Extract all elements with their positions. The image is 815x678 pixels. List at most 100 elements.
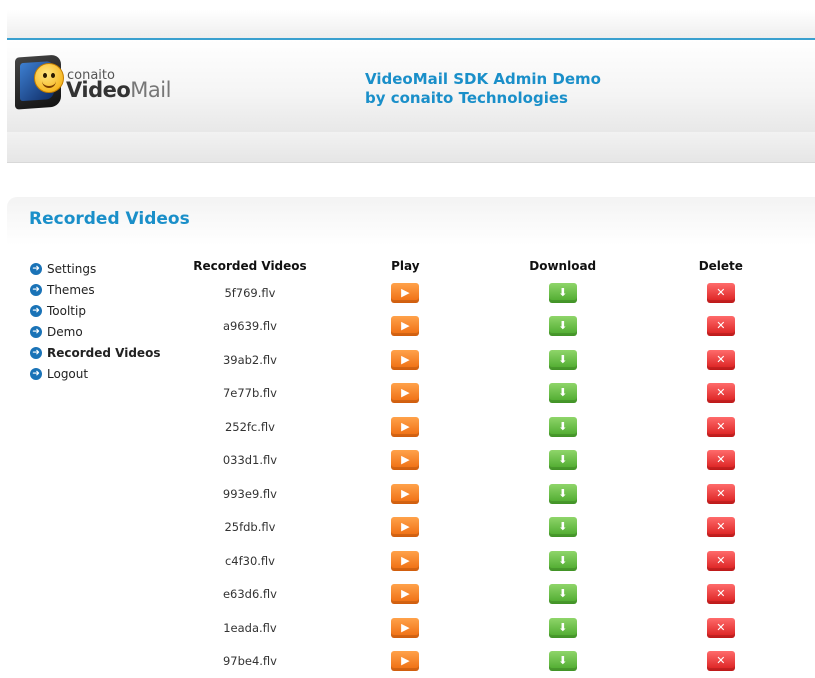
video-filename: 25fdb.flv (188, 511, 312, 545)
sidebar-item-label: Settings (47, 262, 96, 276)
video-filename: 7e77b.flv (188, 377, 312, 411)
delete-button[interactable]: ✕ (707, 651, 735, 671)
download-button[interactable]: ⬇ (549, 584, 577, 604)
top-strip (7, 10, 815, 40)
sidebar-item-logout[interactable]: ➜Logout (30, 363, 190, 384)
arrow-right-circle-icon: ➜ (30, 326, 42, 338)
delete-button[interactable]: ✕ (707, 450, 735, 470)
video-filename: 252fc.flv (188, 410, 312, 444)
sidebar-item-label: Tooltip (47, 304, 86, 318)
table-row: 5f769.flv ▶ ⬇ ✕ (188, 276, 815, 310)
table-row: 1eada.flv▶⬇✕ (188, 611, 815, 645)
play-cell: ▶ (312, 310, 499, 344)
play-cell: ▶ (312, 578, 499, 612)
sidebar-item-tooltip[interactable]: ➜Tooltip (30, 300, 190, 321)
play-button[interactable]: ▶ (391, 316, 419, 336)
sub-navigation-bar (7, 132, 815, 163)
download-button[interactable]: ⬇ (549, 517, 577, 537)
table-body: 5f769.flv▶⬇✕a9639.flv▶⬇✕39ab2.flv▶⬇✕7e77… (188, 276, 815, 678)
arrow-right-circle-icon: ➜ (30, 263, 42, 275)
play-button[interactable]: ▶ (391, 383, 419, 403)
delete-button[interactable]: ✕ (707, 584, 735, 604)
download-button[interactable]: ⬇ (549, 417, 577, 437)
delete-button[interactable]: ✕ (707, 316, 735, 336)
play-cell: ▶ (312, 477, 499, 511)
video-filename: c4f30.flv (188, 544, 312, 578)
table-row: 97be4.flv▶⬇✕ (188, 645, 815, 678)
delete-cell: ✕ (627, 611, 815, 645)
play-button[interactable]: ▶ (391, 450, 419, 470)
table-row: 252fc.flv ▶ ⬇ ✕ (188, 410, 815, 444)
video-filename: 39ab2.flv (188, 343, 312, 377)
download-cell: ⬇ (499, 310, 627, 344)
play-button[interactable]: ▶ (391, 551, 419, 571)
play-button[interactable]: ▶ (391, 618, 419, 638)
play-cell: ▶ (312, 410, 499, 444)
download-cell: ⬇ (499, 343, 627, 377)
table-row: 7e77b.flv ▶ ⬇ ✕ (188, 377, 815, 411)
delete-button[interactable]: ✕ (707, 417, 735, 437)
download-button[interactable]: ⬇ (549, 551, 577, 571)
download-button[interactable]: ⬇ (549, 350, 577, 370)
sidebar-nav: ➜ Settings ➜ Themes ➜Tooltip ➜ Demo ➜ Recorded V… (30, 258, 190, 384)
arrow-right-circle-icon: ➜ (30, 284, 42, 296)
sidebar-item-label: Logout (47, 367, 88, 381)
sidebar-item-settings[interactable]: ➜ Settings (30, 258, 190, 279)
play-cell: ▶ (312, 377, 499, 411)
delete-cell: ✕ (627, 410, 815, 444)
recorded-videos-table: Recorded Videos Play Download Delete 5f7… (188, 256, 815, 678)
download-cell: ⬇ (499, 645, 627, 678)
delete-cell: ✕ (627, 477, 815, 511)
download-button[interactable]: ⬇ (549, 618, 577, 638)
download-button[interactable]: ⬇ (549, 316, 577, 336)
play-button[interactable]: ▶ (391, 584, 419, 604)
download-cell: ⬇ (499, 444, 627, 478)
video-filename: 033d1.flv (188, 444, 312, 478)
sidebar-item-label: Demo (47, 325, 83, 339)
download-button[interactable]: ⬇ (549, 450, 577, 470)
download-button[interactable]: ⬇ (549, 383, 577, 403)
delete-cell: ✕ (627, 343, 815, 377)
delete-cell: ✕ (627, 377, 815, 411)
delete-button[interactable]: ✕ (707, 283, 735, 303)
play-cell: ▶ (312, 511, 499, 545)
table-row: a9639.flv▶⬇✕ (188, 310, 815, 344)
sidebar-item-recorded-videos[interactable]: ➜ Recorded Videos (30, 342, 190, 363)
play-button[interactable]: ▶ (391, 651, 419, 671)
delete-button[interactable]: ✕ (707, 618, 735, 638)
play-button[interactable]: ▶ (391, 350, 419, 370)
delete-button[interactable]: ✕ (707, 551, 735, 571)
section-title: Recorded Videos (29, 209, 190, 229)
delete-cell: ✕ (627, 310, 815, 344)
delete-button[interactable]: ✕ (707, 484, 735, 504)
sidebar-item-label: Themes (47, 283, 95, 297)
sidebar-item-themes[interactable]: ➜ Themes (30, 279, 190, 300)
video-filename: e63d6.flv (188, 578, 312, 612)
table-row: 993e9.flv▶⬇✕ (188, 477, 815, 511)
section-header: Recorded Videos (7, 197, 815, 245)
download-button[interactable]: ⬇ (549, 283, 577, 303)
download-cell: ⬇ (499, 377, 627, 411)
column-header-play: Play (312, 256, 499, 276)
delete-cell: ✕ (627, 444, 815, 478)
table-row: e63d6.flv ▶ ⬇ ✕ (188, 578, 815, 612)
column-header-download: Download (499, 256, 627, 276)
table-row: 033d1.flv ▶ ⬇ ✕ (188, 444, 815, 478)
sidebar-item-demo[interactable]: ➜ Demo (30, 321, 190, 342)
delete-button[interactable]: ✕ (707, 350, 735, 370)
download-button[interactable]: ⬇ (549, 484, 577, 504)
delete-button[interactable]: ✕ (707, 383, 735, 403)
sidebar-item-label: Recorded Videos (47, 346, 160, 360)
play-button[interactable]: ▶ (391, 283, 419, 303)
play-cell: ▶ (312, 645, 499, 678)
column-header-recorded-videos: Recorded Videos (188, 256, 312, 276)
delete-button[interactable]: ✕ (707, 517, 735, 537)
table-header-row: Recorded Videos Play Download Delete (188, 256, 815, 276)
play-button[interactable]: ▶ (391, 484, 419, 504)
play-button[interactable]: ▶ (391, 517, 419, 537)
arrow-right-circle-icon: ➜ (30, 347, 42, 359)
video-filename: 5f769.flv (188, 276, 312, 310)
download-cell: ⬇ (499, 511, 627, 545)
download-button[interactable]: ⬇ (549, 651, 577, 671)
play-button[interactable]: ▶ (391, 417, 419, 437)
